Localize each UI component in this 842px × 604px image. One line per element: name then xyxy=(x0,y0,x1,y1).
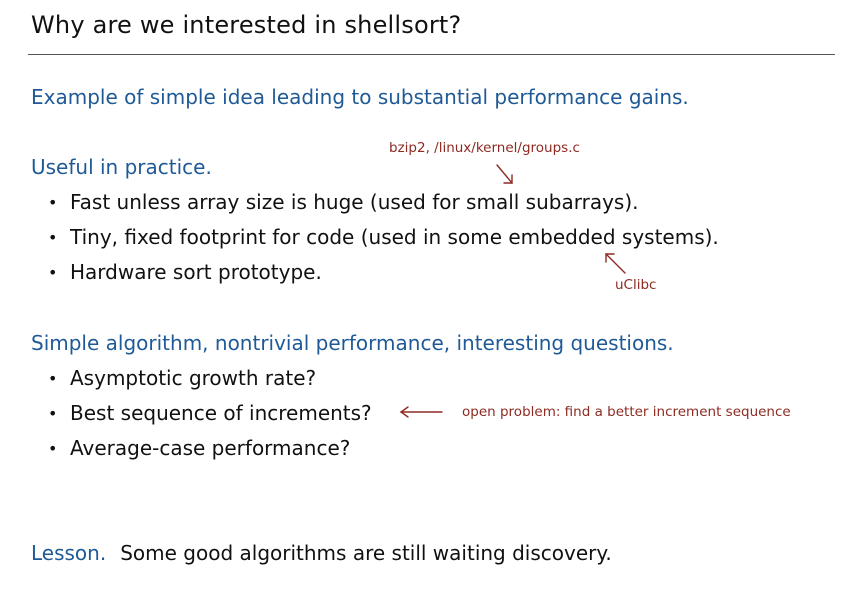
bullet-item-fast: • Fast unless array size is huge (used fo… xyxy=(48,190,639,214)
bullet-text: Hardware sort prototype. xyxy=(70,260,322,284)
bullet-icon: • xyxy=(48,404,58,423)
bullet-text: Asymptotic growth rate? xyxy=(70,366,317,390)
slide-title: Why are we interested in shellsort? xyxy=(31,11,462,39)
annotation-open-problem: open problem: find a better increment se… xyxy=(462,404,791,420)
bullet-icon: • xyxy=(48,439,58,458)
bullet-icon: • xyxy=(48,228,58,247)
lesson-label: Lesson. xyxy=(31,541,107,565)
lesson-line: Lesson. Some good algorithms are still wa… xyxy=(31,541,612,565)
arrow-down-right-icon xyxy=(496,164,513,184)
arrow-left-icon xyxy=(399,406,443,418)
bullet-text: Average-case performance? xyxy=(70,436,351,460)
bullet-item-hardware: • Hardware sort prototype. xyxy=(48,260,322,284)
title-divider xyxy=(28,54,835,55)
bullet-item-increments: • Best sequence of increments? xyxy=(48,401,372,425)
intro-statement: Example of simple idea leading to substa… xyxy=(31,85,689,109)
bullet-text: Tiny, fixed footprint for code (used in … xyxy=(70,225,719,249)
bullet-icon: • xyxy=(48,263,58,282)
bullet-icon: • xyxy=(48,369,58,388)
bullet-text: Best sequence of increments? xyxy=(70,401,372,425)
section-heading-questions: Simple algorithm, nontrivial performance… xyxy=(31,331,674,355)
lesson-text: Some good algorithms are still waiting d… xyxy=(120,541,612,565)
annotation-bzip: bzip2, /linux/kernel/groups.c xyxy=(389,140,580,156)
bullet-item-average: • Average-case performance? xyxy=(48,436,350,460)
arrow-up-left-icon xyxy=(605,253,626,274)
annotation-uclibc: uClibc xyxy=(615,277,657,293)
bullet-item-growth: • Asymptotic growth rate? xyxy=(48,366,316,390)
section-heading-practice: Useful in practice. xyxy=(31,155,212,179)
bullet-text: Fast unless array size is huge (used for… xyxy=(70,190,639,214)
bullet-item-tiny: • Tiny, fixed footprint for code (used in… xyxy=(48,225,719,249)
bullet-icon: • xyxy=(48,193,58,212)
